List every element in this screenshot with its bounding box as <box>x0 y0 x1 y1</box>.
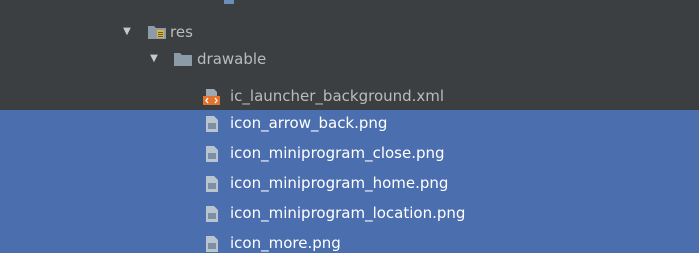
image-file-icon <box>206 146 218 162</box>
tree-item-label: ic_launcher_background.xml <box>230 87 445 105</box>
tree-item-label: res <box>170 23 193 41</box>
tree-item-file[interactable]: icon_miniprogram_home.png <box>0 171 699 195</box>
tree-item-label: drawable <box>197 50 267 68</box>
expand-arrow-icon[interactable]: ▼ <box>148 47 160 71</box>
tree-item-label: icon_more.png <box>230 234 341 252</box>
tree-item-file[interactable]: ic_launcher_background.xml <box>0 84 699 108</box>
resource-folder-icon <box>148 26 166 39</box>
image-file-icon <box>206 236 218 252</box>
tree-item-label: icon_arrow_back.png <box>230 114 388 132</box>
project-tree: ▼ res ▼ drawable ic_launcher_background.… <box>0 0 699 253</box>
image-file-icon <box>206 176 218 192</box>
tree-item-file[interactable]: icon_miniprogram_location.png <box>0 201 699 225</box>
tree-item-label: icon_miniprogram_close.png <box>230 144 445 162</box>
image-file-icon <box>206 116 218 132</box>
tree-item-label: icon_miniprogram_home.png <box>230 174 449 192</box>
tree-item-file[interactable]: icon_arrow_back.png <box>0 111 699 135</box>
tree-row-clipped[interactable] <box>0 0 699 10</box>
tree-item-drawable[interactable]: ▼ drawable <box>0 47 699 71</box>
file-icon <box>224 0 234 4</box>
image-file-icon <box>206 206 218 222</box>
expand-arrow-icon[interactable]: ▼ <box>121 20 133 44</box>
folder-icon <box>174 53 192 66</box>
tree-item-res[interactable]: ▼ res <box>0 20 699 44</box>
xml-file-icon <box>203 89 220 105</box>
tree-item-file[interactable]: icon_miniprogram_close.png <box>0 141 699 165</box>
tree-item-label: icon_miniprogram_location.png <box>230 204 466 222</box>
tree-item-file[interactable]: icon_more.png <box>0 231 699 253</box>
